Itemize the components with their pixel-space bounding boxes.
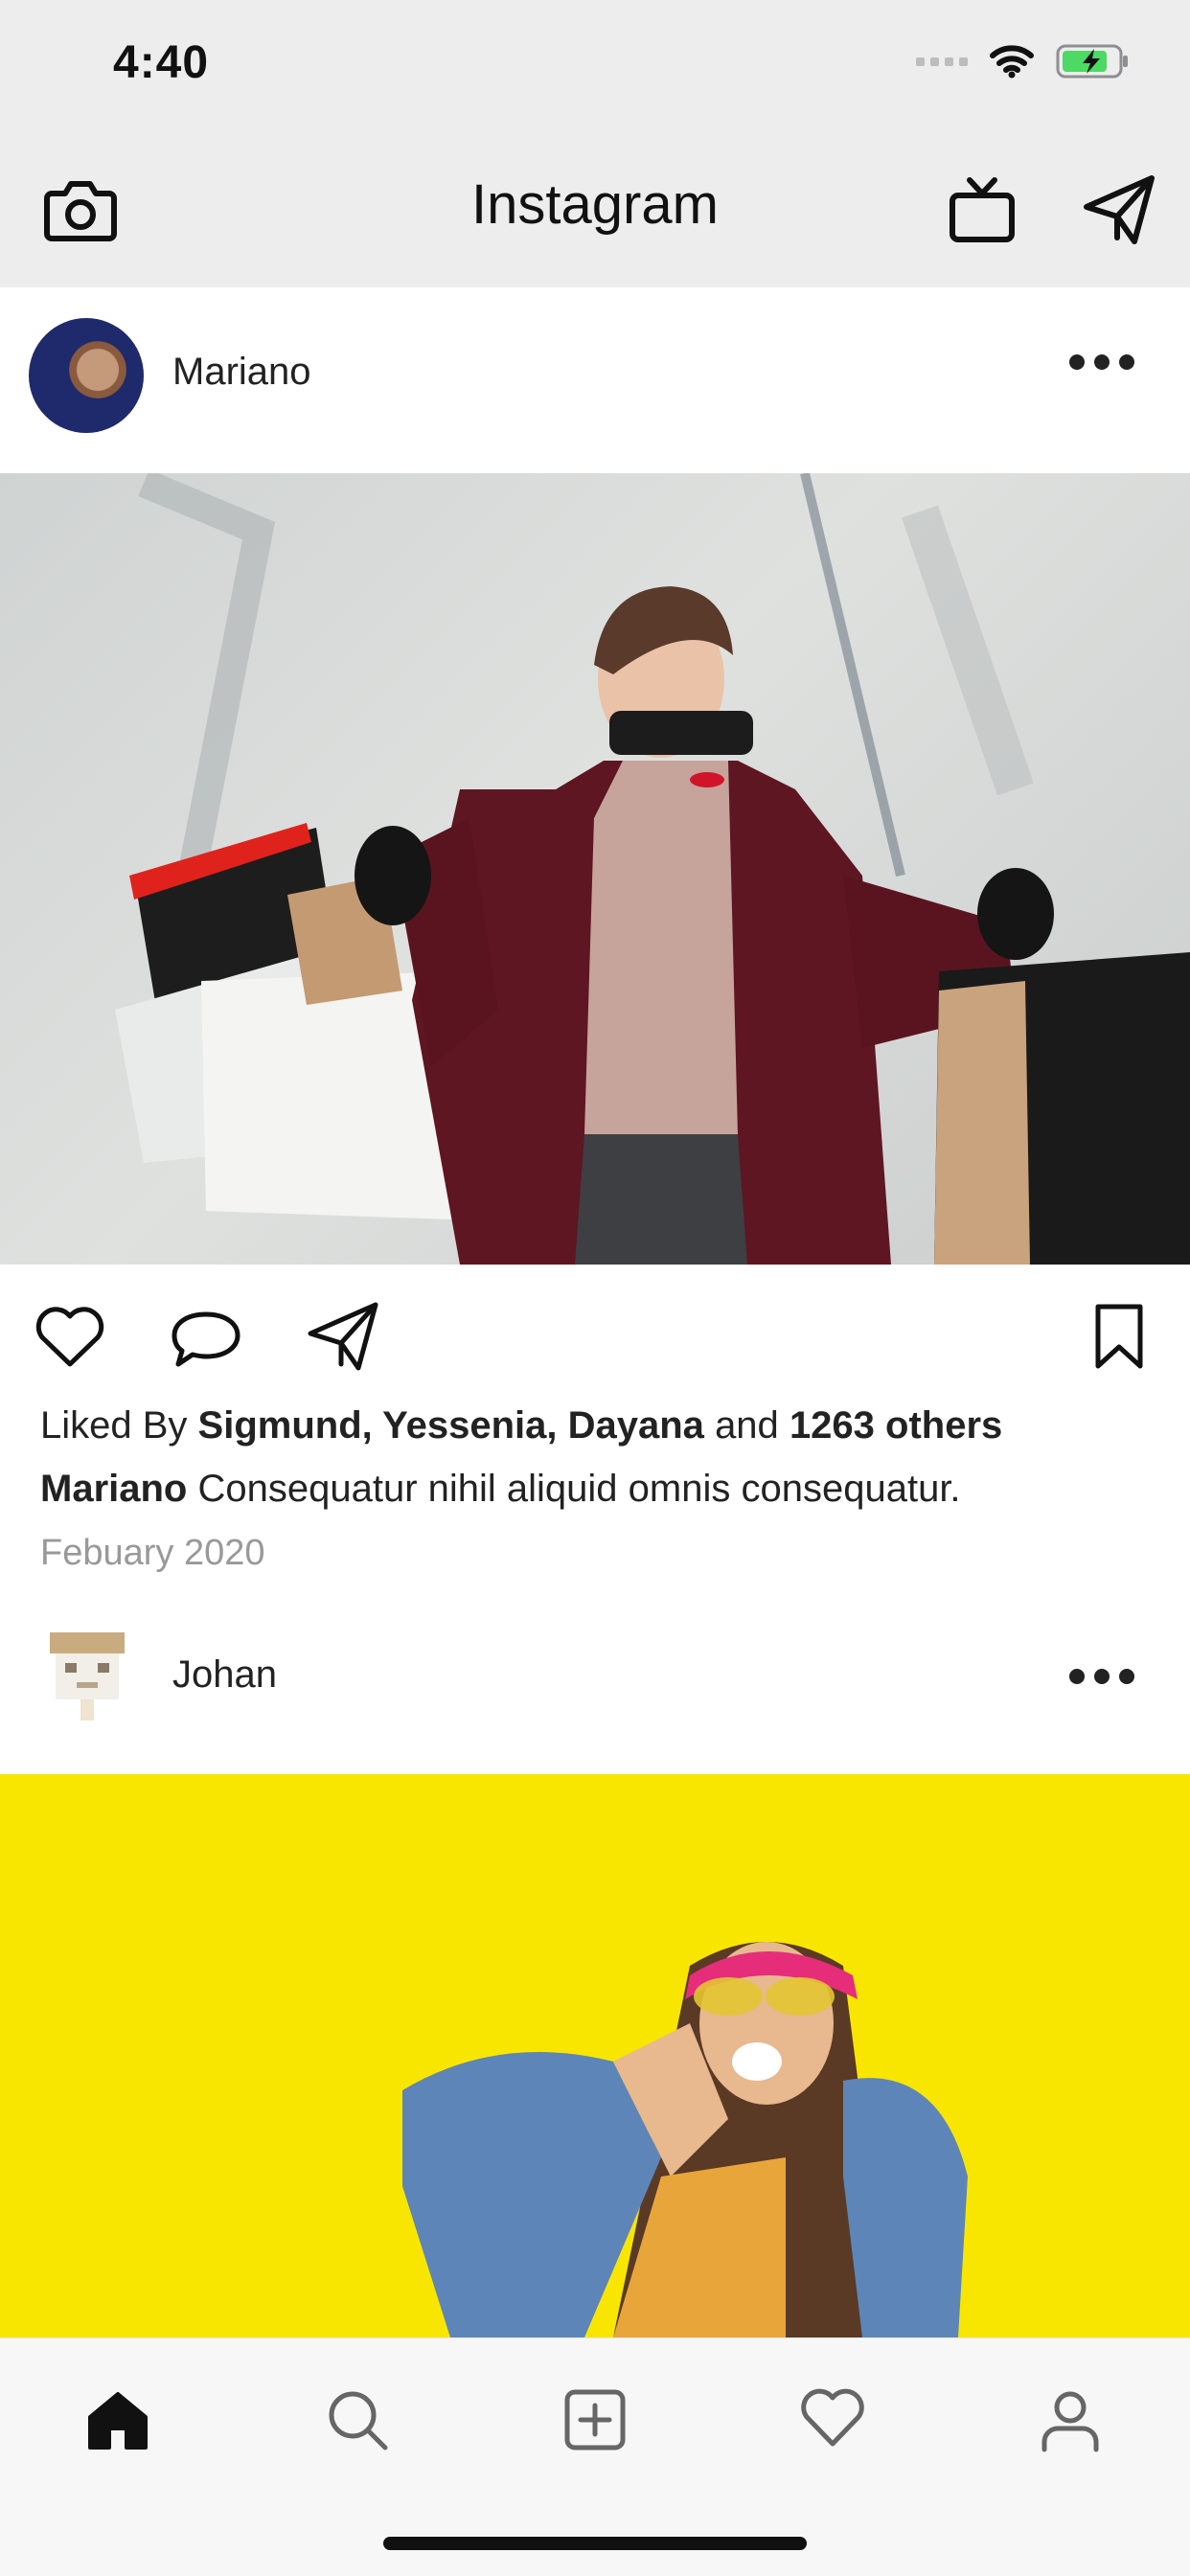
post-image[interactable]	[0, 473, 1190, 1265]
avatar[interactable]	[29, 318, 144, 433]
likes-line: Liked By Sigmund, Yessenia, Dayana and 1…	[40, 1404, 1002, 1448]
post-image[interactable]	[0, 1774, 1190, 2337]
comment-icon[interactable]	[171, 1309, 241, 1368]
tv-icon[interactable]	[949, 176, 1016, 243]
more-options-icon[interactable]	[1069, 1669, 1134, 1684]
search-icon[interactable]	[324, 2386, 391, 2453]
yellow-wall-photo	[402, 1942, 968, 2337]
caption-author[interactable]: Mariano	[40, 1468, 187, 1510]
caption-line: Mariano Consequatur nihil aliquid omnis …	[40, 1468, 961, 1511]
post-username[interactable]: Johan	[172, 1653, 277, 1697]
post-date: Febuary 2020	[40, 1533, 265, 1573]
share-icon[interactable]	[307, 1301, 379, 1372]
shopping-photo	[115, 473, 1190, 1265]
liked-by-prefix: Liked By	[40, 1404, 188, 1447]
post-header: Mariano	[0, 287, 1190, 469]
liked-by-and: and	[715, 1404, 779, 1447]
home-indicator[interactable]	[383, 2537, 807, 2550]
cellular-signal-icon	[916, 57, 968, 66]
heart-icon[interactable]	[799, 2386, 866, 2453]
status-bar: 4:40	[0, 0, 1190, 144]
add-icon[interactable]	[561, 2386, 629, 2453]
liked-by-others[interactable]: 1263 others	[790, 1404, 1002, 1447]
post-username[interactable]: Mariano	[172, 351, 311, 394]
profile-icon[interactable]	[1037, 2386, 1104, 2453]
more-options-icon[interactable]	[1069, 354, 1134, 370]
post-header: Johan	[0, 1590, 1190, 1772]
caption-text: Consequatur nihil aliquid omnis consequa…	[197, 1468, 961, 1510]
status-time: 4:40	[113, 37, 210, 88]
status-icons	[916, 42, 1131, 80]
wifi-icon	[990, 45, 1034, 79]
home-icon[interactable]	[84, 2386, 151, 2453]
post-actions	[0, 1265, 1190, 1408]
liked-by-names[interactable]: Sigmund, Yessenia, Dayana	[198, 1404, 704, 1447]
top-nav: Instagram	[0, 144, 1190, 287]
heart-icon[interactable]	[34, 1305, 105, 1368]
battery-icon	[1056, 44, 1128, 79]
paper-plane-icon[interactable]	[1083, 174, 1156, 245]
avatar[interactable]	[44, 1629, 130, 1724]
bookmark-icon[interactable]	[1092, 1303, 1146, 1370]
